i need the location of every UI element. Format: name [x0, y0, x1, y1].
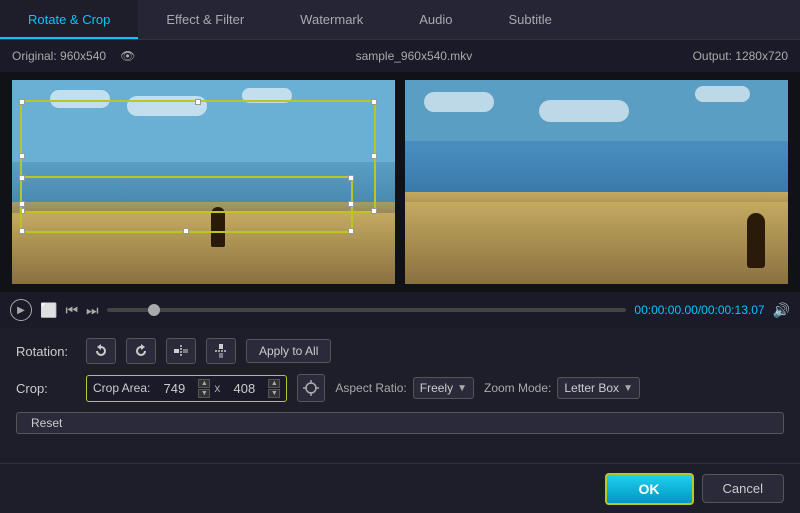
aspect-ratio-value: Freely	[420, 381, 453, 395]
width-up-button[interactable]: ▲	[198, 379, 210, 388]
tab-audio[interactable]: Audio	[391, 0, 480, 39]
filename: sample_960x540.mkv	[356, 49, 473, 63]
crop-height-input[interactable]	[224, 381, 264, 396]
zoom-mode-value: Letter Box	[564, 381, 619, 395]
aspect-ratio-select[interactable]: Freely ▼	[413, 377, 474, 399]
handle-rm[interactable]	[371, 153, 377, 159]
preview-area	[0, 72, 800, 292]
flip-vertical-button[interactable]	[206, 338, 236, 364]
person-right	[747, 213, 765, 268]
tab-audio-label: Audio	[419, 12, 452, 27]
crop-width-input[interactable]	[154, 381, 194, 396]
zoom-mode-label: Zoom Mode:	[484, 381, 551, 395]
tab-subtitle-label: Subtitle	[509, 12, 552, 27]
progress-track[interactable]	[107, 308, 627, 312]
crop-label: Crop:	[16, 381, 76, 396]
tab-bar: Rotate & Crop Effect & Filter Watermark …	[0, 0, 800, 40]
current-time: 00:00:00.00/00:00:13.07	[634, 303, 764, 317]
zoom-mode-section: Zoom Mode: Letter Box ▼	[484, 377, 640, 399]
crop-area-box: Crop Area: ▲ ▼ x ▲ ▼	[86, 375, 287, 402]
output-resolution: Output: 1280x720	[693, 49, 788, 63]
tab-rotate-crop-label: Rotate & Crop	[28, 12, 110, 27]
aspect-ratio-arrow: ▼	[457, 383, 467, 394]
cloud-r3	[695, 86, 750, 102]
handle-tr[interactable]	[371, 99, 377, 105]
sand-right	[405, 202, 788, 284]
aspect-ratio-label: Aspect Ratio:	[335, 381, 406, 395]
play-button[interactable]: ▶	[10, 299, 32, 321]
total-time-value: 00:00:13.07	[701, 303, 764, 317]
preview-right	[405, 80, 788, 284]
beach-left-image	[12, 80, 395, 284]
flip-horizontal-button[interactable]	[166, 338, 196, 364]
rotate-left-button[interactable]	[86, 338, 116, 364]
aspect-ratio-section: Aspect Ratio: Freely ▼	[335, 377, 474, 399]
cloud-1	[50, 90, 110, 108]
sea-left	[12, 162, 395, 203]
crosshair-button[interactable]	[297, 374, 325, 402]
zoom-mode-arrow: ▼	[623, 383, 633, 394]
current-time-value: 00:00:00.00	[634, 303, 697, 317]
sea-right	[405, 141, 788, 192]
tab-effect-filter-label: Effect & Filter	[166, 12, 244, 27]
volume-icon[interactable]: 🔊	[773, 302, 790, 319]
x-separator: x	[214, 381, 220, 395]
width-down-button[interactable]: ▼	[198, 389, 210, 398]
crop-row: Crop: Crop Area: ▲ ▼ x ▲ ▼	[16, 374, 784, 402]
next-frame-button[interactable]: ⏭	[86, 302, 99, 319]
tab-watermark[interactable]: Watermark	[272, 0, 391, 39]
person-left	[211, 207, 225, 247]
original-resolution: Original: 960x540	[12, 49, 106, 63]
rotate-right-button[interactable]	[126, 338, 156, 364]
progress-dot[interactable]	[148, 304, 160, 316]
apply-to-all-button[interactable]: Apply to All	[246, 339, 331, 363]
bottom-bar: OK Cancel	[0, 463, 800, 513]
cloud-r1	[424, 92, 494, 112]
beach-right-image	[405, 80, 788, 284]
rotation-label: Rotation:	[16, 344, 76, 359]
controls-area: Rotation: Apply to All	[0, 328, 800, 444]
crop-area-label: Crop Area:	[93, 381, 150, 395]
playback-bar: ▶ ⬜ ⏮ ⏭ 00:00:00.00/00:00:13.07 🔊	[0, 292, 800, 328]
cloud-3	[242, 88, 292, 103]
info-bar: Original: 960x540 👁 sample_960x540.mkv O…	[0, 40, 800, 72]
height-down-button[interactable]: ▼	[268, 389, 280, 398]
tab-effect-filter[interactable]: Effect & Filter	[138, 0, 272, 39]
reset-button[interactable]: Reset	[16, 412, 784, 434]
sand-left	[12, 213, 395, 284]
prev-frame-button[interactable]: ⏮	[65, 302, 78, 319]
eye-icon[interactable]: 👁	[120, 49, 135, 63]
cloud-r2	[539, 100, 629, 122]
handle-lm[interactable]	[19, 153, 25, 159]
cancel-button[interactable]: Cancel	[702, 474, 784, 503]
height-up-button[interactable]: ▲	[268, 379, 280, 388]
zoom-mode-select[interactable]: Letter Box ▼	[557, 377, 640, 399]
height-spinner: ▲ ▼	[268, 379, 280, 398]
preview-left	[12, 80, 395, 284]
tab-rotate-crop[interactable]: Rotate & Crop	[0, 0, 138, 39]
tab-subtitle[interactable]: Subtitle	[481, 0, 580, 39]
rotation-row: Rotation: Apply to All	[16, 338, 784, 364]
tab-watermark-label: Watermark	[300, 12, 363, 27]
width-spinner: ▲ ▼	[198, 379, 210, 398]
ok-button[interactable]: OK	[605, 473, 694, 505]
cloud-2	[127, 96, 207, 116]
stop-button[interactable]: ⬜	[40, 302, 57, 319]
handle-tl[interactable]	[19, 99, 25, 105]
